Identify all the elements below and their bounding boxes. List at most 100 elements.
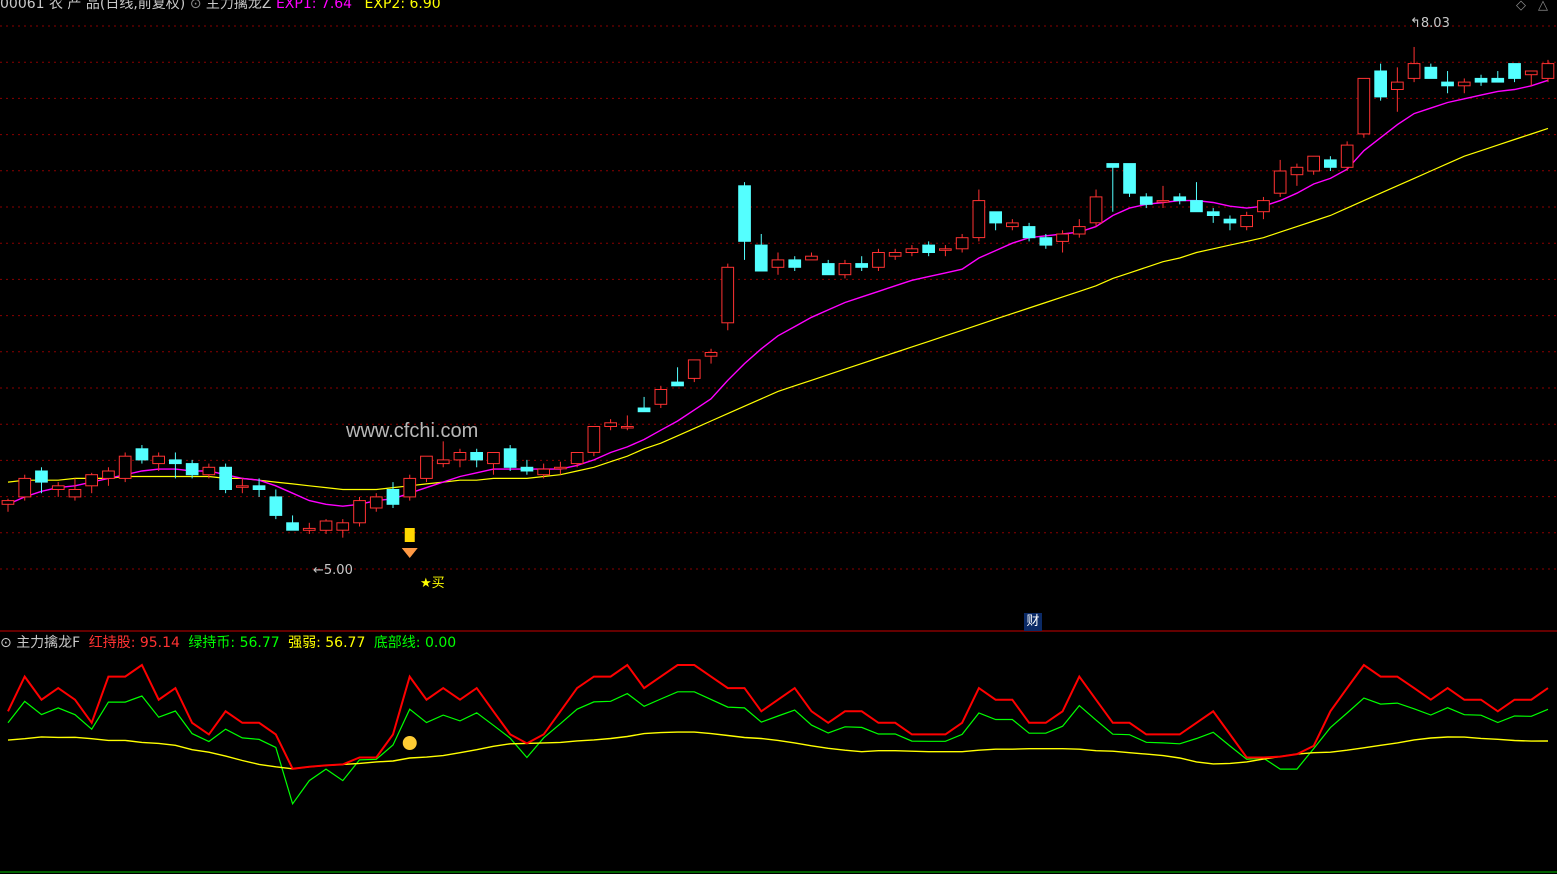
candle-body (1223, 218, 1237, 224)
bottom-line-value: 底部线: 0.00 (373, 635, 457, 651)
candle-body (587, 426, 601, 453)
chart-canvas[interactable] (0, 0, 1557, 874)
candle-body (35, 470, 48, 483)
indicator-name[interactable]: 主力擒龙Z (206, 0, 272, 12)
candle-body (1206, 211, 1220, 217)
lower-indicator-name[interactable]: ⊙ 主力擒龙F (0, 635, 80, 651)
candle (1307, 155, 1321, 175)
candle-body (369, 496, 383, 509)
candle-body (704, 352, 718, 357)
candle (888, 248, 902, 260)
candle-body (18, 477, 32, 498)
up-arrow-icon[interactable]: △ (1538, 0, 1548, 13)
candle (353, 496, 366, 527)
candle-body (1374, 70, 1388, 98)
price-grid (0, 25, 1557, 570)
watermark: www.cfchi.com (346, 420, 479, 442)
low-price-label: ←5.00 (313, 563, 353, 578)
candle (754, 233, 768, 272)
candle (1474, 74, 1488, 86)
candle (1089, 189, 1103, 227)
candle (1290, 163, 1304, 186)
candle (721, 263, 735, 331)
candle-body (1474, 77, 1488, 83)
candle (1056, 230, 1069, 253)
candle-body (671, 381, 684, 387)
candle-body (202, 466, 216, 476)
candle-body (68, 489, 82, 498)
candle-body (1508, 63, 1521, 79)
candle-body (955, 237, 969, 250)
candle-body (637, 407, 651, 413)
candle-body (453, 452, 467, 461)
candle-body (1324, 159, 1337, 168)
candle (1357, 77, 1371, 138)
candle (1072, 219, 1086, 238)
candle-body (470, 452, 483, 461)
candle-body (85, 474, 99, 487)
moving-average-lines (7, 79, 1549, 507)
candle-body (1457, 81, 1471, 87)
candle-body (687, 359, 701, 379)
candle-body (1391, 81, 1404, 90)
candle-body (319, 520, 333, 531)
candle (1374, 63, 1388, 101)
candle (336, 519, 350, 538)
candlestick-series (1, 46, 1555, 538)
candle (687, 359, 701, 383)
candle-body (554, 466, 567, 470)
candle-body (788, 259, 802, 268)
candle (1340, 141, 1354, 172)
candle-body (1006, 222, 1019, 228)
candle (169, 452, 182, 479)
candle-body (1022, 226, 1036, 239)
candle (51, 482, 65, 497)
security-title[interactable]: 00061 农 产 品(日线,前复权) (0, 0, 185, 12)
candle-body (386, 489, 400, 505)
candle-body (721, 266, 735, 324)
candle (738, 182, 751, 260)
candle-body (1491, 77, 1505, 83)
candle-body (286, 522, 299, 531)
exp2-value: EXP2: 6.90 (364, 0, 441, 12)
candle-body (102, 470, 115, 479)
candle-body (135, 448, 149, 461)
candle-body (1139, 196, 1153, 205)
candle-body (51, 485, 65, 490)
candle-body (1524, 70, 1538, 76)
candle (1240, 211, 1254, 231)
diamond-icon[interactable]: ◇ (1516, 0, 1526, 13)
candle (1524, 70, 1538, 86)
candle (185, 459, 199, 479)
candle-body (1173, 196, 1187, 202)
candle-body (336, 522, 350, 531)
candle (369, 493, 383, 512)
candle-body (353, 500, 366, 524)
candle (604, 419, 617, 431)
candle-body (922, 244, 935, 254)
exp1-value: EXP1: 7.64 (275, 0, 353, 12)
candle-body (219, 466, 233, 490)
candle (1006, 219, 1019, 231)
candle (1391, 67, 1404, 112)
candle (470, 448, 483, 468)
candle (102, 467, 115, 486)
candle-body (302, 527, 316, 531)
candle (1223, 215, 1237, 231)
candle (654, 385, 668, 409)
candle-body (1156, 200, 1170, 203)
candle-body (1190, 200, 1203, 213)
candle (872, 248, 885, 272)
candle-body (1541, 63, 1555, 79)
candle (1190, 182, 1203, 213)
finance-badge[interactable]: 财 (1024, 613, 1042, 631)
settings-icon[interactable]: ⊙ (190, 0, 202, 12)
candle (118, 452, 132, 483)
candle (18, 474, 32, 501)
candle (68, 478, 82, 501)
oscillator-lines (7, 663, 1549, 806)
candle-body (1039, 237, 1053, 246)
candle-body (1123, 163, 1136, 194)
buy-candle-highlight (404, 528, 415, 542)
candle (704, 348, 718, 364)
